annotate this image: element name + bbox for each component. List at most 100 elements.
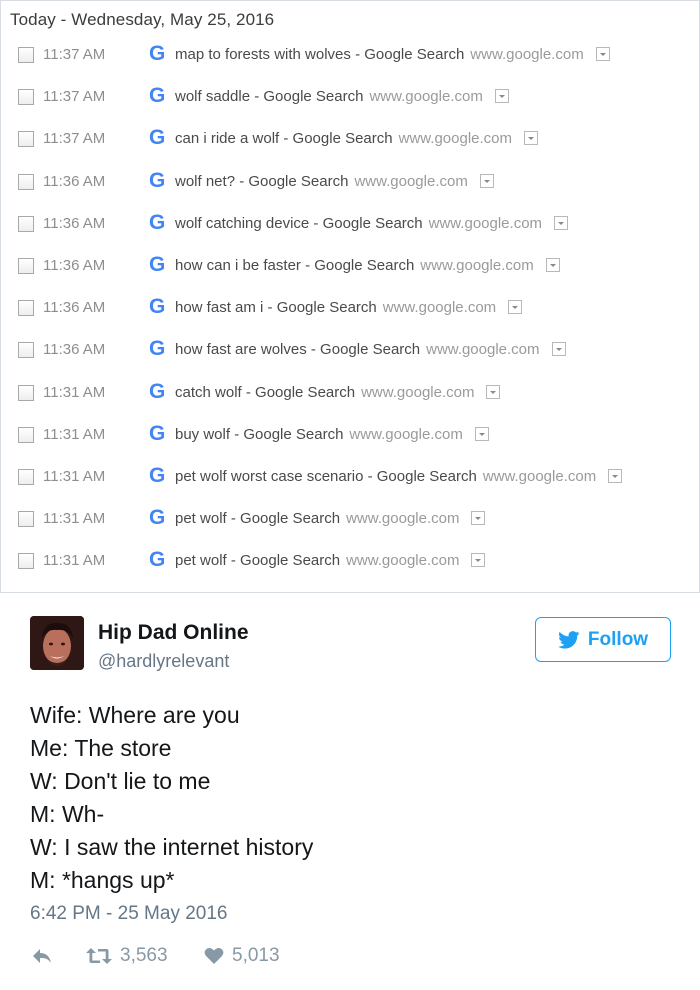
- chevron-down-icon[interactable]: [595, 47, 610, 61]
- history-row[interactable]: 11:31 AM Gcatch wolf - Google Search www.g…: [1, 376, 699, 418]
- history-row[interactable]: 11:31 AM Gpet wolf worst case scenario - …: [1, 460, 699, 502]
- page-title-link[interactable]: how fast are wolves - Google Search: [175, 341, 420, 358]
- page-domain: www.google.com: [346, 552, 460, 569]
- chevron-down-icon[interactable]: [508, 300, 523, 314]
- history-date-heading: Today - Wednesday, May 25, 2016: [10, 10, 275, 29]
- user-handle[interactable]: @hardlyrelevant: [98, 651, 229, 672]
- row-checkbox[interactable]: [18, 174, 34, 190]
- row-checkbox[interactable]: [18, 469, 34, 485]
- history-entry: map to forests with wolves - Google Sear…: [175, 46, 610, 63]
- page-title-link[interactable]: pet wolf - Google Search: [175, 510, 340, 527]
- page-title-link[interactable]: can i ride a wolf - Google Search: [175, 130, 393, 147]
- chevron-down-icon[interactable]: [471, 553, 486, 567]
- row-checkbox[interactable]: [18, 89, 34, 105]
- history-row[interactable]: 11:36 AM Ghow fast are wolves - Google Se…: [1, 333, 699, 375]
- tweet-line: M: Wh-: [30, 801, 105, 827]
- google-g-icon: G: [149, 169, 166, 192]
- like-button[interactable]: 5,013: [204, 942, 280, 970]
- chevron-down-icon[interactable]: [551, 342, 566, 356]
- page-title-link[interactable]: pet wolf - Google Search: [175, 552, 340, 569]
- history-entry: how can i be faster - Google Search www.g…: [175, 257, 560, 274]
- reply-button[interactable]: [31, 942, 53, 970]
- tweet-card: Hip Dad Online @hardlyrelevant Follow Wi…: [0, 593, 700, 990]
- row-checkbox[interactable]: [18, 216, 34, 232]
- row-checkbox[interactable]: [18, 511, 34, 527]
- chevron-down-icon[interactable]: [554, 216, 569, 230]
- retweet-count: 3,563: [120, 945, 168, 966]
- chevron-down-icon[interactable]: [494, 89, 509, 103]
- chevron-down-icon[interactable]: [486, 385, 501, 399]
- google-g-icon: G: [149, 253, 166, 276]
- google-g-icon: G: [149, 380, 166, 403]
- visit-time: 11:36 AM: [43, 257, 106, 274]
- history-row[interactable]: 11:31 AM Gpet wolf - Google Search www.goo…: [1, 502, 699, 544]
- heart-icon: [204, 948, 224, 964]
- chevron-down-icon[interactable]: [545, 258, 560, 272]
- history-row[interactable]: 11:37 AM Gcan i ride a wolf - Google Sear…: [1, 122, 699, 164]
- row-checkbox[interactable]: [18, 300, 34, 316]
- google-g-icon: G: [149, 548, 166, 571]
- avatar[interactable]: [30, 616, 84, 670]
- page-title-link[interactable]: how fast am i - Google Search: [175, 299, 377, 316]
- history-entry: how fast am i - Google Search www.google.…: [175, 299, 523, 316]
- chevron-down-icon[interactable]: [471, 511, 486, 525]
- google-g-icon: G: [149, 126, 166, 149]
- tweet-line: Me: The store: [30, 735, 172, 761]
- page-domain: www.google.com: [398, 130, 513, 147]
- page-domain: www.google.com: [482, 468, 597, 485]
- row-checkbox[interactable]: [18, 131, 34, 147]
- page-title-link[interactable]: wolf saddle - Google Search: [175, 88, 363, 105]
- visit-time: 11:31 AM: [43, 384, 106, 401]
- chevron-down-icon[interactable]: [608, 469, 623, 483]
- display-name[interactable]: Hip Dad Online: [98, 621, 249, 645]
- row-checkbox[interactable]: [18, 427, 34, 443]
- history-row[interactable]: 11:37 AM Gwolf saddle - Google Search www.…: [1, 80, 699, 122]
- history-row[interactable]: 11:31 AM Gpet wolf - Google Search www.goo…: [1, 544, 699, 586]
- follow-button[interactable]: Follow: [535, 617, 671, 662]
- google-g-icon: G: [149, 422, 166, 445]
- row-checkbox[interactable]: [18, 47, 34, 63]
- history-entry: pet wolf - Google Search www.google.com: [175, 510, 486, 527]
- history-row[interactable]: 11:36 AM Gwolf net? - Google Search www.go…: [1, 165, 699, 207]
- chevron-down-icon[interactable]: [524, 131, 539, 145]
- visit-time: 11:37 AM: [43, 88, 106, 105]
- row-checkbox[interactable]: [18, 258, 34, 274]
- retweet-icon: [86, 948, 112, 964]
- visit-time: 11:31 AM: [43, 510, 106, 527]
- google-g-icon: G: [149, 506, 166, 529]
- page-domain: www.google.com: [346, 510, 460, 527]
- google-g-icon: G: [149, 42, 166, 65]
- history-row[interactable]: 11:36 AM Ghow fast am i - Google Search ww…: [1, 291, 699, 333]
- visit-time: 11:31 AM: [43, 426, 106, 443]
- row-checkbox[interactable]: [18, 342, 34, 358]
- row-checkbox[interactable]: [18, 385, 34, 401]
- google-g-icon: G: [149, 337, 166, 360]
- history-entry: pet wolf worst case scenario - Google Se…: [175, 468, 623, 485]
- retweet-button[interactable]: 3,563: [86, 942, 168, 970]
- history-row[interactable]: 11:31 AM Gbuy wolf - Google Search www.goo…: [1, 418, 699, 460]
- page-title-link[interactable]: wolf net? - Google Search: [175, 173, 348, 190]
- page-title-link[interactable]: how can i be faster - Google Search: [175, 257, 414, 274]
- chevron-down-icon[interactable]: [479, 174, 494, 188]
- page-title-link[interactable]: buy wolf - Google Search: [175, 426, 343, 443]
- tweet-text: Wife: Where are you Me: The store W: Don't…: [30, 699, 313, 897]
- chevron-down-icon[interactable]: [474, 427, 489, 441]
- page-title-link[interactable]: wolf catching device - Google Search: [175, 215, 423, 232]
- visit-time: 11:36 AM: [43, 341, 106, 358]
- history-entry: can i ride a wolf - Google Search www.goo…: [175, 130, 539, 147]
- tweet-line: W: I saw the internet history: [30, 834, 314, 860]
- history-row[interactable]: 11:37 AM Gmap to forests with wolves - Go…: [1, 38, 699, 80]
- page-title-link[interactable]: map to forests with wolves - Google Sear…: [175, 46, 464, 63]
- reply-icon: [33, 949, 51, 963]
- row-checkbox[interactable]: [18, 553, 34, 569]
- tweet-timestamp[interactable]: 6:42 PM - 25 May 2016: [30, 903, 228, 925]
- page-title-link[interactable]: pet wolf worst case scenario - Google Se…: [175, 468, 477, 485]
- follow-label: Follow: [587, 628, 649, 650]
- history-row[interactable]: 11:36 AM Ghow can i be faster - Google Se…: [1, 249, 699, 291]
- page-domain: www.google.com: [369, 88, 483, 105]
- page-title-link[interactable]: catch wolf - Google Search: [175, 384, 355, 401]
- page-domain: www.google.com: [420, 257, 534, 274]
- history-row[interactable]: 11:36 AM Gwolf catching device - Google S…: [1, 207, 699, 249]
- page-domain: www.google.com: [428, 215, 543, 232]
- visit-time: 11:31 AM: [43, 468, 106, 485]
